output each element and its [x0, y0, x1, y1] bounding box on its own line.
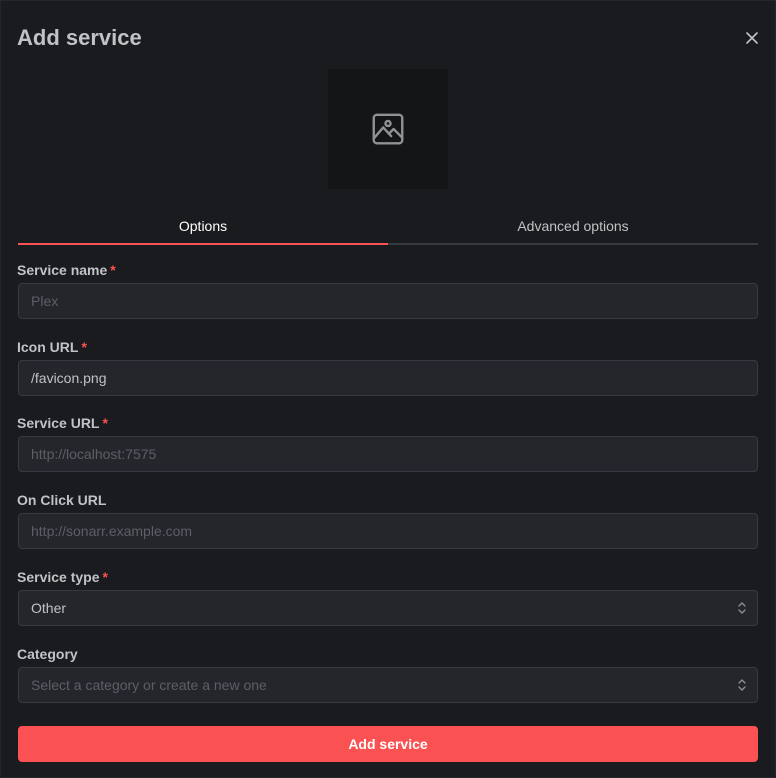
tab-options[interactable]: Options	[18, 209, 388, 245]
category-placeholder: Select a category or create a new one	[31, 677, 267, 693]
modal-title: Add service	[17, 25, 142, 50]
service-url-label: Service URL *	[17, 415, 108, 431]
on-click-url-label: On Click URL	[17, 492, 107, 508]
on-click-url-field: On Click URL http://sonarr.example.com	[17, 490, 758, 549]
required-asterisk: *	[102, 569, 108, 585]
icon-url-field: Icon URL * /favicon.png	[17, 337, 758, 396]
service-type-select[interactable]: Other	[18, 590, 758, 626]
category-label: Category	[17, 646, 78, 662]
on-click-url-input[interactable]: http://sonarr.example.com	[18, 513, 758, 549]
service-type-value: Other	[31, 600, 67, 616]
add-service-button[interactable]: Add service	[18, 726, 758, 762]
service-name-field: Service name * Plex	[17, 260, 758, 319]
close-icon	[746, 32, 758, 44]
close-button[interactable]	[741, 27, 763, 49]
category-field: Category Select a category or create a n…	[17, 644, 758, 703]
category-select[interactable]: Select a category or create a new one	[18, 667, 758, 703]
icon-url-input[interactable]: /favicon.png	[18, 360, 758, 396]
icon-url-label: Icon URL *	[17, 339, 87, 355]
service-url-field: Service URL * http://localhost:7575	[17, 413, 758, 472]
service-type-label: Service type *	[17, 569, 108, 585]
required-asterisk: *	[102, 415, 108, 431]
chevron-up-down-icon	[738, 602, 746, 614]
service-name-label: Service name *	[17, 262, 116, 278]
service-icon-preview	[328, 69, 448, 189]
image-placeholder-icon	[372, 113, 404, 145]
service-url-input[interactable]: http://localhost:7575	[18, 436, 758, 472]
service-type-field: Service type * Other	[17, 567, 758, 626]
options-tabs: Options Advanced options	[18, 209, 758, 245]
tab-advanced-options[interactable]: Advanced options	[388, 209, 758, 243]
required-asterisk: *	[81, 339, 87, 355]
service-name-input[interactable]: Plex	[18, 283, 758, 319]
required-asterisk: *	[110, 262, 116, 278]
add-service-modal: Add service Options Advanced options Ser…	[0, 0, 776, 778]
chevron-up-down-icon	[738, 679, 746, 691]
